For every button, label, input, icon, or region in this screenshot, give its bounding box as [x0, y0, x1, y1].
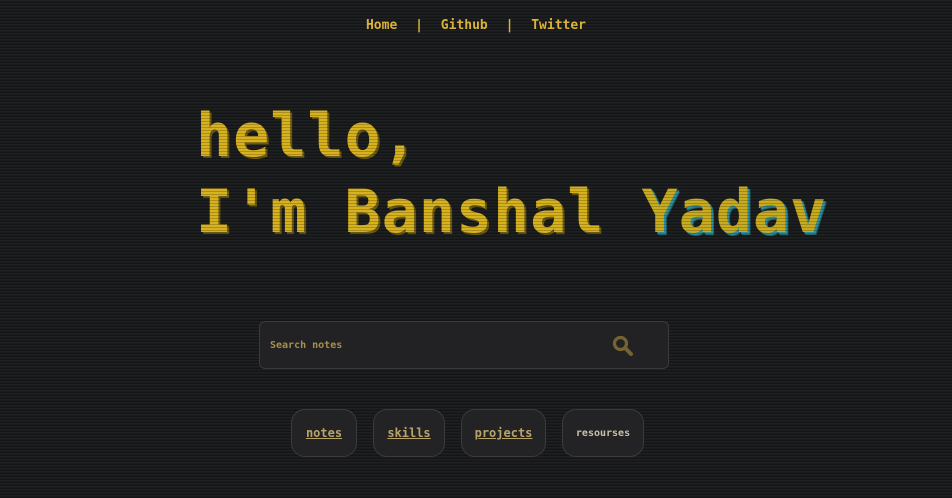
nav-separator: | — [415, 18, 423, 33]
search-input[interactable] — [270, 339, 600, 351]
link-resources[interactable]: resourses — [576, 428, 630, 439]
hero-heading: hello, I'm Banshal Yadav — [196, 98, 827, 250]
link-skills[interactable]: skills — [387, 426, 430, 440]
nav-link-twitter[interactable]: Twitter — [531, 18, 586, 33]
link-projects[interactable]: projects — [475, 426, 533, 440]
link-notes[interactable]: notes — [306, 426, 342, 440]
hero-name-line: I'm Banshal Yadav — [196, 174, 827, 250]
section-links: notes skills projects resourses — [0, 409, 952, 459]
nav-link-github[interactable]: Github — [441, 18, 488, 33]
search-bar — [259, 321, 669, 369]
top-navigation: Home | Github | Twitter — [0, 18, 952, 33]
nav-link-home[interactable]: Home — [366, 18, 397, 33]
hero-name-prefix: I'm Banshal — [196, 177, 642, 247]
search-icon[interactable] — [612, 335, 634, 357]
pill-resources[interactable]: resourses — [562, 409, 644, 457]
nav-separator: | — [505, 18, 514, 33]
pill-projects[interactable]: projects — [461, 409, 546, 457]
pill-skills[interactable]: skills — [373, 409, 445, 457]
pill-notes[interactable]: notes — [291, 409, 357, 457]
hero-greeting: hello, — [196, 101, 419, 171]
hero-surname: Yadav — [641, 177, 828, 247]
